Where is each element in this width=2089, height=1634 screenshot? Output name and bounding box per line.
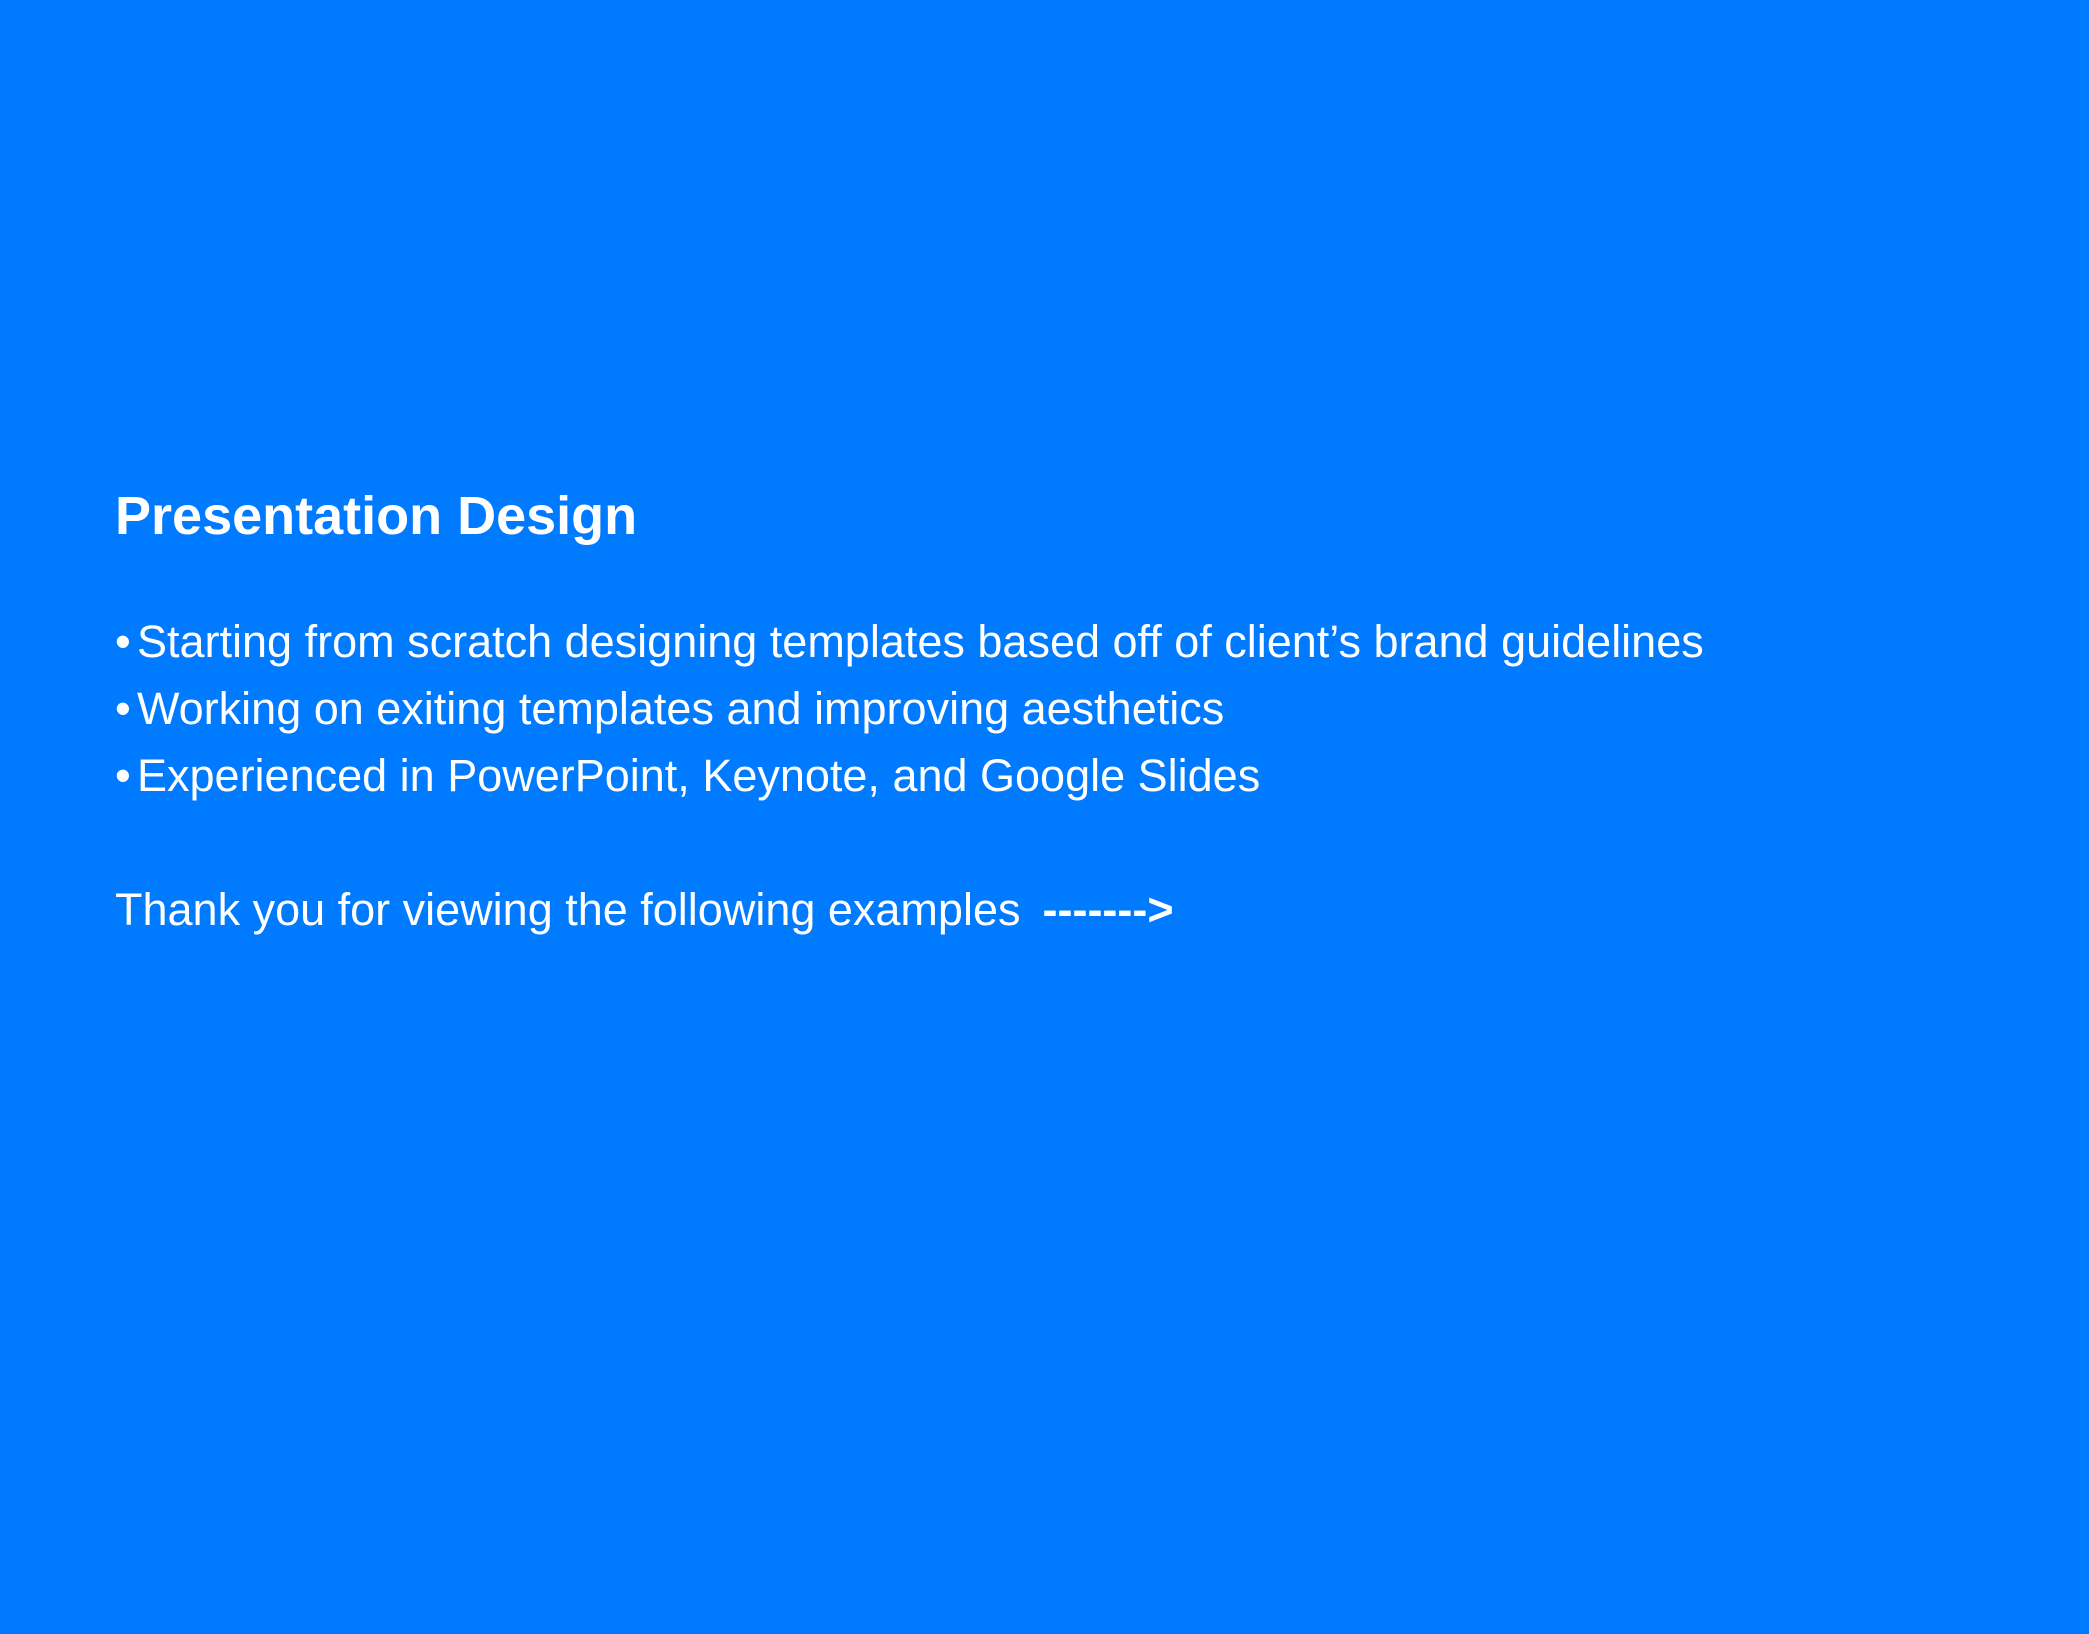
bullet-text: Working on exiting templates and improvi… bbox=[137, 683, 1225, 734]
closing-text: Thank you for viewing the following exam… bbox=[115, 884, 1021, 935]
bullet-dot: • bbox=[115, 683, 131, 734]
bullet-item: • Working on exiting templates and improv… bbox=[115, 675, 2015, 742]
bullet-item: • Experienced in PowerPoint, Keynote, and… bbox=[115, 742, 2015, 809]
bullet-dot: • bbox=[115, 616, 131, 667]
bullet-text: Starting from scratch designing template… bbox=[137, 616, 1704, 667]
bullet-list: • Starting from scratch designing templat… bbox=[115, 608, 2015, 809]
slide-content: Presentation Design • Starting from scrat… bbox=[115, 480, 2015, 943]
slide: Presentation Design • Starting from scrat… bbox=[0, 0, 2089, 1634]
slide-title: Presentation Design bbox=[115, 486, 638, 546]
bullet-item: • Starting from scratch designing templat… bbox=[115, 608, 2015, 675]
bullet-dot: • bbox=[115, 750, 131, 801]
bullet-text: Experienced in PowerPoint, Keynote, and … bbox=[137, 750, 1261, 801]
closing-line: Thank you for viewing the following exam… bbox=[115, 876, 2015, 943]
arrow-icon: -------> bbox=[1042, 884, 1174, 935]
